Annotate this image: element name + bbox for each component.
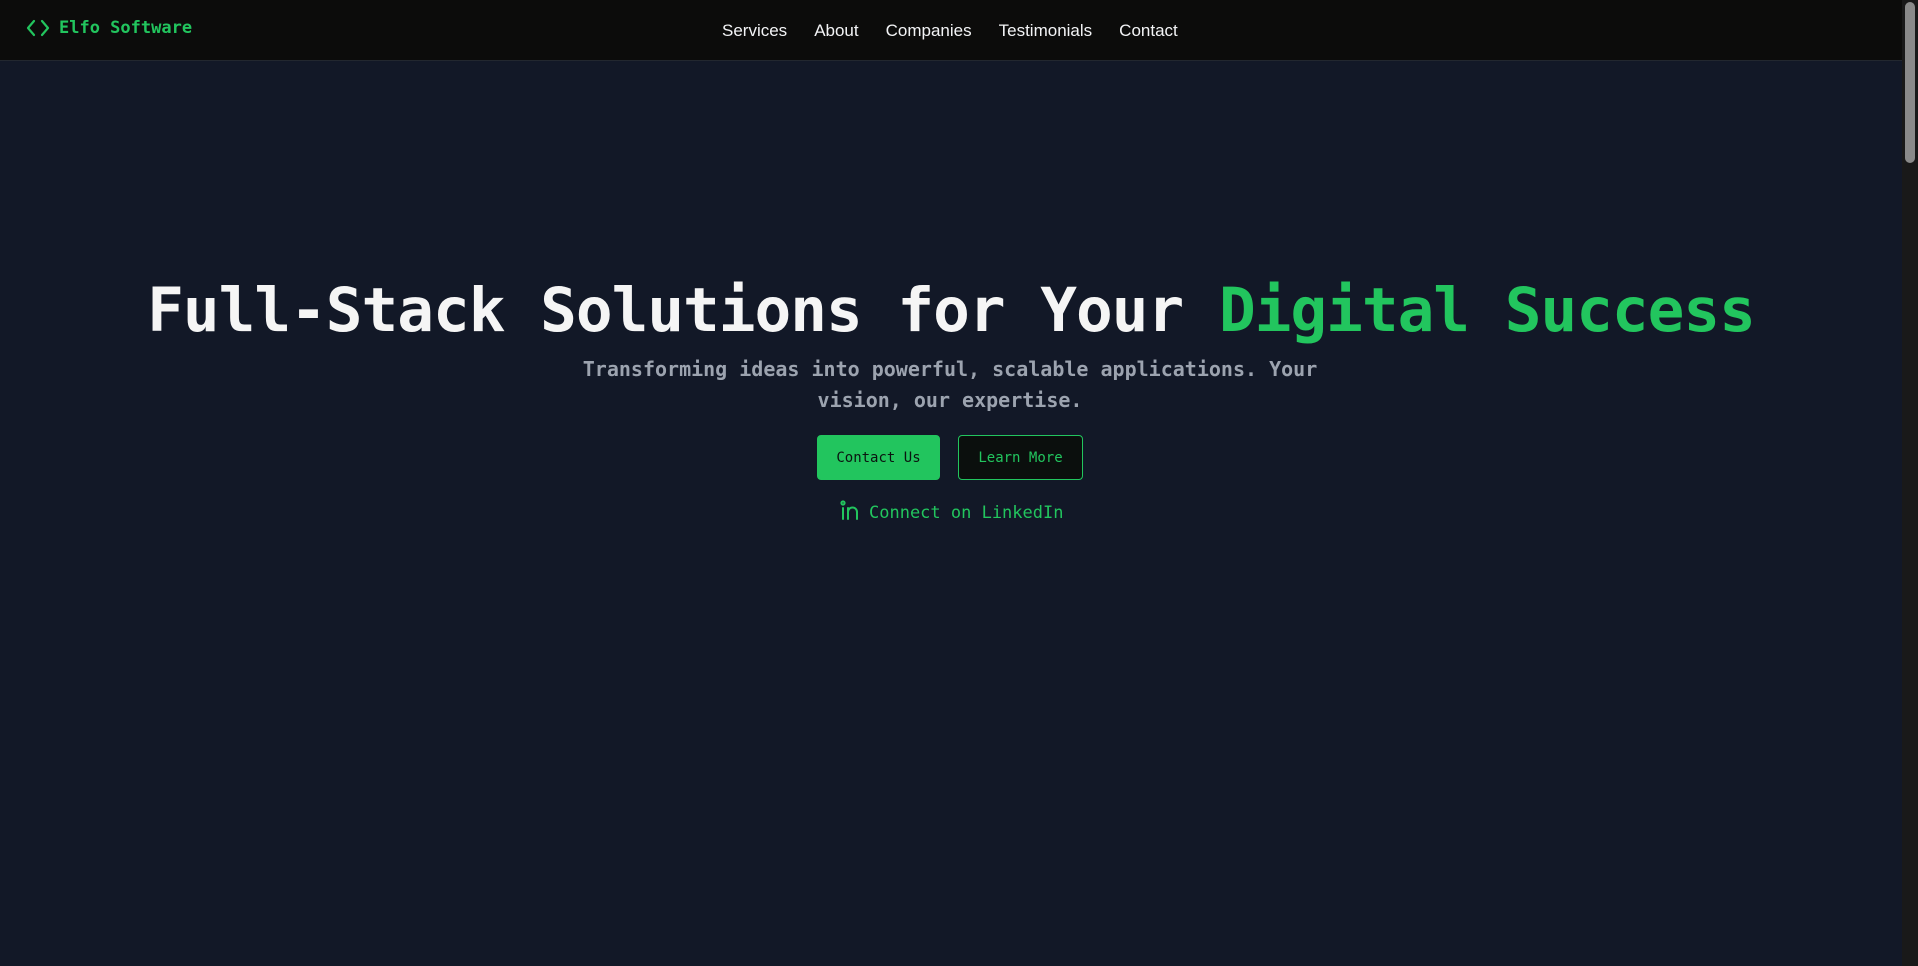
page-scrollbar[interactable] — [1902, 0, 1918, 966]
hero-subtitle: Transforming ideas into powerful, scalab… — [582, 357, 1318, 412]
linkedin-label: Connect on LinkedIn — [869, 502, 1064, 523]
nav-link-testimonials[interactable]: Testimonials — [999, 21, 1093, 41]
hero-buttons: Contact Us Learn More — [817, 435, 1083, 480]
contact-us-button[interactable]: Contact Us — [817, 435, 940, 480]
nav-link-companies[interactable]: Companies — [886, 21, 972, 41]
hero-title-main: Full-Stack Solutions for Your — [147, 275, 1219, 346]
linkedin-icon — [839, 499, 861, 526]
code-brackets-icon — [26, 19, 50, 37]
brand-logo-link[interactable]: Elfo Software — [26, 18, 192, 38]
nav-link-contact[interactable]: Contact — [1119, 21, 1178, 41]
learn-more-button[interactable]: Learn More — [958, 435, 1083, 480]
brand-name: Elfo Software — [59, 18, 193, 38]
hero-title: Full-Stack Solutions for Your Digital Su… — [0, 270, 1902, 352]
nav-link-services[interactable]: Services — [722, 21, 787, 41]
nav-menu: Services About Companies Testimonials Co… — [722, 0, 1178, 61]
nav-link-about[interactable]: About — [814, 21, 858, 41]
top-navbar: Elfo Software Services About Companies T… — [0, 0, 1902, 61]
hero-title-accent: Digital Success — [1218, 275, 1756, 346]
page: Elfo Software Services About Companies T… — [0, 0, 1918, 966]
scrollbar-thumb[interactable] — [1905, 2, 1915, 163]
linkedin-link[interactable]: Connect on LinkedIn — [839, 499, 1063, 526]
